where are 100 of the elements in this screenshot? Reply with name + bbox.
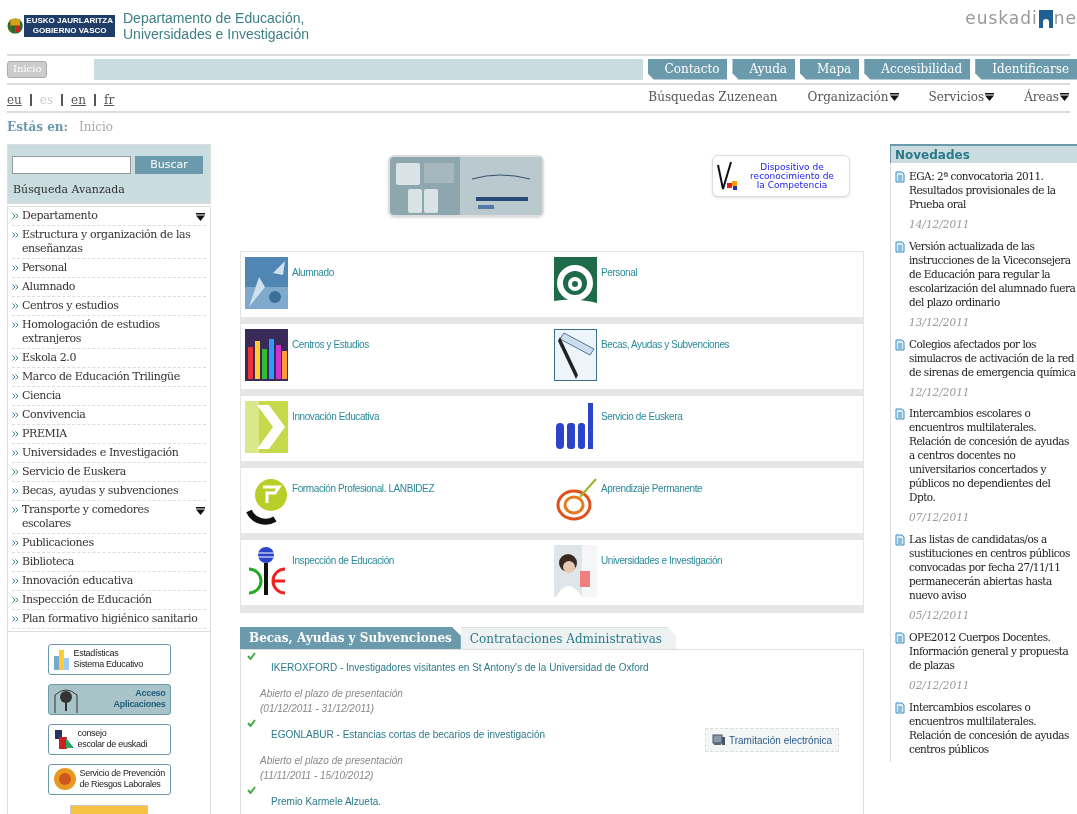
document-icon [895, 240, 905, 253]
category-link[interactable]: Becas, Ayudas y Subvenciones [601, 329, 730, 352]
tab[interactable]: Contrataciones Administrativas [460, 627, 676, 649]
bullet-icon [12, 539, 19, 546]
bullet-icon [12, 264, 19, 271]
sidebar-link[interactable]: Homologación de estudios extranjeros [22, 317, 198, 346]
sidebar-link[interactable]: Marco de Educación Trilingüe [22, 369, 198, 384]
sidebar-link[interactable]: Servicio de Euskera [22, 464, 198, 479]
news-link[interactable]: EGA: 2ª convocatoria 2011. Resultados provisionales de la Prueba oral [909, 169, 1077, 211]
banner-button[interactable]: Estadísticas Sistema Educativo [47, 643, 171, 675]
grant-status: Abierto el plazo de presentación [260, 687, 404, 701]
bullet-icon [12, 302, 19, 309]
bullet-icon [12, 615, 19, 622]
sidebar-link[interactable]: Biblioteca [22, 554, 198, 569]
arch-icon [1038, 9, 1053, 28]
dropdown-icon [889, 93, 899, 101]
banner-button[interactable]: Acceso Aplicaciones [47, 683, 171, 715]
bullet-icon [12, 506, 19, 513]
sidebar-link[interactable]: Centros y estudios [22, 298, 198, 313]
grant-status: Abierto el plazo de presentación [260, 754, 404, 768]
dropdown-icon [196, 212, 205, 221]
sidebar-link[interactable]: Convivencia [22, 407, 198, 422]
news-link[interactable]: Las listas de candidatas/os a sustituciones en centros públicos convocadas por fecha 27/11/11 permanecerán abiertas hasta nuevo aviso [909, 532, 1077, 602]
sidebar-link[interactable]: Plan formativo higiénico sanitario [22, 611, 198, 626]
site-title: Universidades e Investigación [123, 26, 309, 42]
electronic-processing-link[interactable]: Tramitación electrónica [705, 728, 839, 752]
grant-dates: (01/12/2011 - 31/12/2011) [260, 702, 376, 716]
news-link[interactable]: OPE2012 Cuerpos Docentes. Información general y propuesta de plazas [909, 629, 1077, 672]
category-link[interactable]: Universidades e Investigación [601, 545, 723, 568]
nav-link[interactable]: Búsquedas Zuzenean [648, 88, 778, 106]
sidebar-link[interactable]: Alumnado [22, 279, 198, 294]
dropdown-icon [1060, 93, 1069, 101]
category-link[interactable]: Formación Profesional. LANBIDEZ [292, 473, 435, 496]
sidebar-link[interactable]: Publicaciones [22, 535, 198, 550]
sidebar-link[interactable]: Ciencia [22, 388, 198, 403]
sidebar-link[interactable]: Estructura y organización de las enseñanzas [22, 227, 198, 256]
news-date: 07/12/2011 [908, 510, 971, 526]
language-link[interactable]: en [71, 91, 86, 109]
sidebar-link[interactable]: Personal [22, 260, 198, 275]
grant-link[interactable]: EGONLABUR - Estancias cortas de becarios de investigación [271, 719, 545, 742]
news-link[interactable]: Colegios afectados por los simulacros de activación de la red de sirenas de emergencia química [909, 336, 1077, 379]
bullet-icon [12, 449, 19, 456]
bullet-icon [12, 212, 19, 219]
category-link[interactable]: Centros y Estudios [292, 329, 369, 352]
bullet-icon [12, 430, 19, 437]
logo-text: GOBIERNO VASCO [32, 26, 107, 36]
sidebar-link[interactable]: Becas, ayudas y subvenciones [22, 483, 198, 498]
government-logo[interactable]: EUSKO JAURLARITZA GOBIERNO VASCO [7, 4, 115, 48]
bar-chart-icon [52, 648, 71, 670]
category-link[interactable]: Alumnado [292, 257, 334, 280]
category-link[interactable]: Personal [601, 257, 638, 280]
banner-button[interactable]: Servicio de Prevención de Riesgos Laborales [47, 763, 171, 795]
advanced-search-link[interactable]: Búsqueda Avanzada [12, 182, 206, 199]
document-icon [895, 171, 905, 183]
check-icon [247, 652, 256, 660]
bullet-icon [12, 231, 19, 238]
sidebar-link[interactable]: Departamento [22, 208, 198, 223]
category-link[interactable]: Servicio de Euskera [601, 401, 683, 424]
category-link[interactable]: Innovación Educativa [292, 401, 380, 424]
banner-button[interactable]: consejo escolar de euskadi [47, 723, 171, 755]
sidebar-link[interactable]: Inspección de Educación [22, 592, 198, 607]
grant-link[interactable]: IKEROXFORD - Investigadores visitantes en St Antony's de la Universidad de Oxford [271, 652, 649, 675]
bullet-icon [12, 468, 19, 475]
document-icon [895, 534, 905, 546]
bullet-icon [12, 354, 19, 361]
search-field[interactable] [12, 156, 131, 174]
news-date: 05/12/2011 [908, 608, 971, 623]
news-date: 02/12/2011 [908, 677, 971, 693]
bullet-icon [12, 577, 19, 584]
at-sign-icon[interactable] [554, 257, 597, 309]
nav-link[interactable]: Servicios [928, 88, 995, 106]
news-link[interactable]: Versión actualizada de las instrucciones de la Viceconsejera de Educación para regular la escolarización del alumnado fuera del plazo ordinario [909, 238, 1077, 309]
news-heading: Novedades [890, 144, 1077, 163]
category-link[interactable]: Inspección de Educación [292, 545, 394, 568]
sidebar-link[interactable]: Innovación educativa [22, 573, 198, 588]
document-icon [895, 631, 905, 644]
computer-icon [712, 734, 726, 746]
news-date: 13/12/2011 [908, 314, 971, 330]
competence-banner[interactable]: Dispositivo de reconocimiento de la Competencia [712, 155, 850, 197]
nav-link[interactable]: Organización [807, 88, 899, 106]
language-link[interactable]: eu [7, 91, 22, 109]
document-icon [895, 338, 905, 351]
grant-link[interactable]: Premio Karmele Alzueta. [271, 786, 382, 809]
sidebar-link[interactable]: Universidades e Investigación [22, 445, 198, 460]
language-link[interactable]: fr [103, 91, 115, 109]
bullet-icon [12, 373, 19, 380]
pen-icon[interactable] [554, 329, 597, 381]
sidebar-link[interactable]: Transporte y comedores escolares [22, 502, 198, 531]
news-date: 14/12/2011 [908, 217, 971, 232]
sidebar-link[interactable]: PREMIA [22, 426, 198, 441]
nav-link[interactable]: Áreas [1024, 88, 1069, 106]
brand-text: ne [1053, 7, 1077, 30]
document-icon [895, 408, 905, 421]
news-link[interactable]: Intercambios escolares o encuentros multilaterales. Relación de concesión de ayudas centros públicos [909, 699, 1077, 756]
grant-dates: (11/11/2011 - 15/10/2012) [260, 769, 375, 783]
category-link[interactable]: Aprendizaje Permanente [601, 473, 703, 496]
sidebar-link[interactable]: Eskola 2.0 [22, 350, 198, 365]
news-link[interactable]: Intercambios escolares o encuentros multilaterales. Relación de concesión de ayudas a centros docentes no universitarios concertados y públicos no dependientes del Dpto. [909, 406, 1077, 505]
bullet-icon [12, 596, 19, 603]
dropdown-icon [985, 93, 995, 101]
